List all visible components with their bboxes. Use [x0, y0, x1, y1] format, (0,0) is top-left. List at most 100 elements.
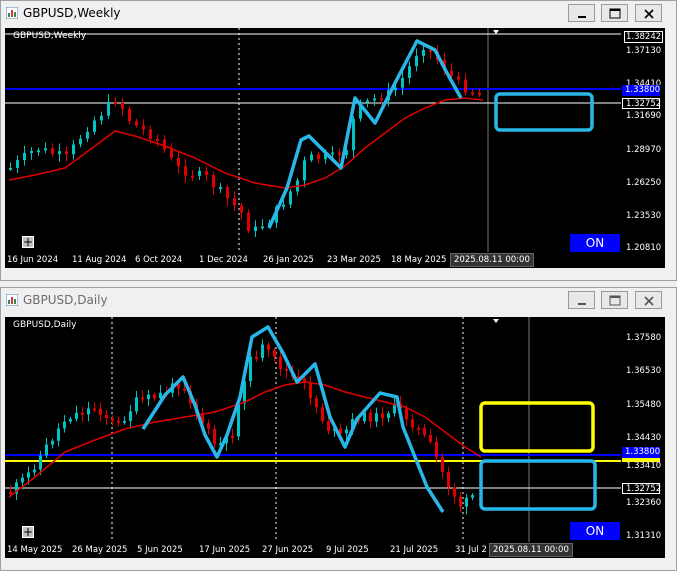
candle-body	[387, 413, 390, 419]
candle-body	[465, 497, 468, 507]
price-label: 1.33410	[626, 461, 662, 471]
date-label: 17 Jun 2025	[199, 545, 251, 555]
candle-body	[401, 77, 404, 88]
candle-body	[9, 492, 12, 494]
candle-body	[191, 175, 194, 178]
zoom-plus-button[interactable]: +	[22, 236, 34, 248]
daily-title-bar[interactable]: GBPUSD,Daily	[1, 288, 676, 314]
crosshair-date-tag: 2025.08.11 00:00	[450, 253, 534, 267]
candle-body	[450, 70, 453, 77]
candle-body	[93, 120, 96, 132]
weekly-chart-window[interactable]: GBPUSD,Weekly GBPUSD,Weekly ON + 1.38242…	[0, 0, 677, 281]
candle-body	[57, 428, 60, 441]
candle-body	[310, 154, 313, 161]
candle-body	[153, 394, 156, 399]
candle-body	[380, 98, 383, 101]
maximize-button[interactable]	[601, 291, 628, 309]
candle-body	[249, 356, 252, 382]
candle-body	[170, 149, 173, 158]
candle-body	[207, 423, 210, 429]
weekly-title-bar[interactable]: GBPUSD,Weekly	[1, 1, 676, 27]
candle-body	[142, 125, 145, 130]
candle-body	[459, 496, 462, 507]
candle-body	[205, 170, 208, 176]
candle-body	[212, 175, 215, 188]
daily-chart-window[interactable]: GBPUSD,Daily GBPUSD,Daily ON + 1.37580 1…	[0, 287, 677, 571]
candle-body	[21, 477, 24, 483]
candle-body	[417, 427, 420, 430]
candle-body	[331, 152, 334, 155]
candle-body	[51, 440, 54, 445]
candle-body	[338, 152, 341, 156]
daily-date-axis: 14 May 2025 26 May 2025 5 Jun 2025 17 Ju…	[5, 542, 665, 558]
candle-body	[303, 160, 306, 181]
date-label: 5 Jun 2025	[137, 545, 183, 555]
candle-body	[184, 166, 187, 176]
candle-body	[471, 495, 474, 498]
current-price-tag: 1.32752	[622, 483, 661, 494]
candle-body	[240, 205, 243, 213]
on-toggle-button[interactable]: ON	[570, 234, 620, 252]
price-label: 1.28970	[626, 145, 662, 155]
candle-body	[156, 138, 159, 141]
crosshair-date-tag: 2025.08.11 00:00	[489, 543, 573, 557]
candle-body	[435, 441, 438, 458]
candle-body	[23, 153, 26, 161]
date-label: 11 Aug 2024	[72, 255, 127, 265]
candle-body	[63, 421, 66, 429]
candle-body	[352, 118, 355, 151]
date-label: 23 Mar 2025	[327, 255, 381, 265]
candle-body	[345, 429, 348, 434]
zoom-plus-button[interactable]: +	[22, 526, 34, 538]
candle-body	[37, 150, 40, 153]
candle-body	[27, 472, 30, 478]
chart-app-icon	[6, 294, 18, 306]
blue-level-tag: 1.33800	[622, 447, 660, 458]
price-label: 1.26250	[626, 178, 662, 188]
candle-body	[100, 115, 103, 121]
candle-body	[422, 49, 425, 56]
date-label: 1 Dec 2024	[199, 255, 248, 265]
candle-body	[254, 226, 257, 231]
window-title: GBPUSD,Daily	[23, 293, 108, 307]
shift-marker-icon	[493, 319, 499, 323]
date-label: 31 Jul 2	[455, 545, 487, 555]
candle-body	[123, 420, 126, 423]
minimize-icon	[578, 303, 586, 305]
candle-body	[408, 66, 411, 78]
candle-body	[33, 469, 36, 473]
candle-body	[65, 151, 68, 155]
candle-body	[233, 198, 236, 206]
candle-body	[198, 170, 201, 176]
candle-body	[111, 418, 114, 421]
minimize-button[interactable]	[568, 4, 595, 22]
weekly-price-chart[interactable]: GBPUSD,Weekly ON +	[5, 28, 621, 252]
maximize-icon	[609, 8, 621, 19]
minimize-button[interactable]	[568, 291, 595, 309]
maximize-button[interactable]	[601, 4, 628, 22]
candle-body	[75, 412, 78, 420]
candle-body	[423, 427, 426, 435]
candle-body	[149, 129, 152, 139]
daily-price-chart[interactable]: GBPUSD,Daily ON +	[5, 317, 621, 542]
price-label: 1.36530	[626, 366, 662, 376]
candle-body	[128, 109, 131, 122]
candle-body	[309, 382, 312, 399]
candle-body	[72, 144, 75, 155]
on-toggle-button[interactable]: ON	[570, 522, 620, 540]
close-button[interactable]	[635, 291, 662, 309]
candle-body	[285, 368, 288, 371]
close-icon	[644, 296, 654, 306]
candle-body	[79, 138, 82, 145]
candle-body	[247, 212, 250, 231]
candle-body	[177, 157, 180, 167]
close-button[interactable]	[635, 4, 662, 22]
candle-body	[478, 92, 481, 96]
candle-body	[267, 344, 270, 350]
window-title: GBPUSD,Weekly	[23, 6, 121, 20]
candle-body	[51, 148, 54, 154]
candle-body	[429, 434, 432, 442]
candle-body	[226, 187, 229, 199]
price-label: 1.31690	[626, 111, 662, 121]
candle-body	[93, 408, 96, 411]
